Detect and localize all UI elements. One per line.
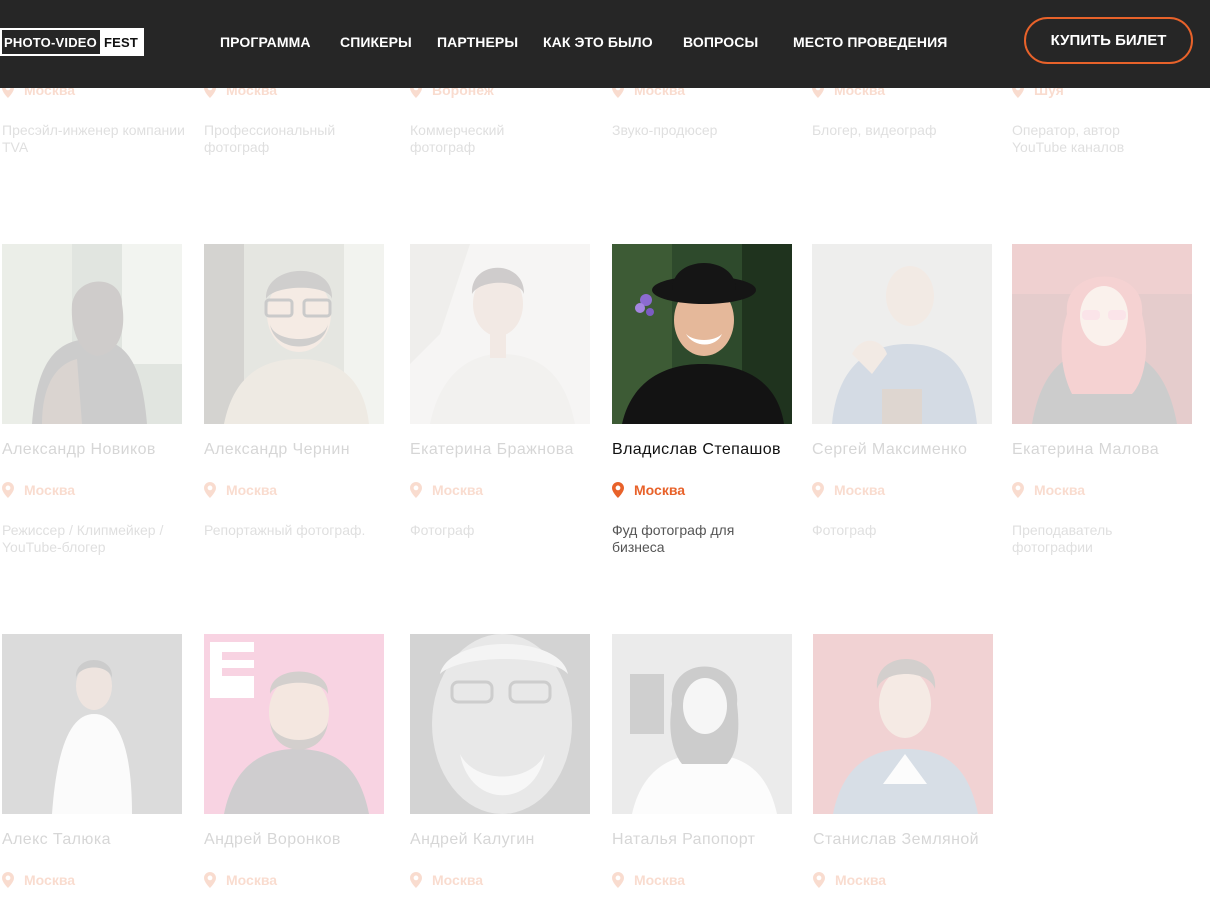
speaker-role: Профессиональный фотограф [204,122,336,155]
speaker-name: Александр Новиков [2,441,156,458]
speaker-role: Фотограф [410,522,475,538]
location: Москва [204,872,277,888]
nav-item-speakers[interactable]: СПИКЕРЫ [340,34,412,50]
city-label: Москва [226,482,278,498]
city-label: Москва [634,482,686,498]
city-label: Москва [834,482,886,498]
speaker-name: Наталья Рапопорт [612,831,756,848]
speaker-photo [2,634,182,814]
location: Москва [2,872,75,888]
location-pin-icon [1012,482,1024,498]
location-pin-icon [410,482,422,498]
city-label: Москва [835,872,887,888]
speaker-role: Звуко-продюсер [612,122,718,138]
speaker-role: Оператор, автор YouTube каналов [1012,122,1125,155]
location: Москва [813,872,886,888]
speaker-name: Александр Чернин [204,441,350,458]
speaker-role: Фуд фотограф для бизнеса [612,522,735,555]
speaker-name: Сергей Максименко [812,441,968,458]
location-pin-icon [812,482,824,498]
location-pin-icon [2,482,14,498]
location-pin-icon [204,482,216,498]
speaker-role: Блогер, видеограф [812,122,937,138]
location: Москва [410,872,483,888]
nav-item-program[interactable]: ПРОГРАММА [220,34,311,50]
logo-text-fest: FEST [99,28,145,56]
location: Москва [2,482,75,498]
speaker-photo [204,634,384,814]
location: Москва [812,482,885,498]
speaker-name: Андрей Воронков [204,831,341,848]
speaker-role: Режиссер / Клипмейкер / YouTube-блогер [2,522,164,555]
speaker-photo [204,244,384,424]
speaker-photo [410,244,590,424]
nav-item-venue[interactable]: МЕСТО ПРОВЕДЕНИЯ [793,34,947,50]
site-logo[interactable]: PHOTO-VIDEO FEST [0,28,145,56]
city-label: Москва [24,872,76,888]
speaker-role: Репортажный фотограф. [204,522,366,538]
speaker-name: Алекс Талюка [2,831,111,848]
speaker-photo [612,634,792,814]
speaker-photo [1012,244,1192,424]
speaker-role: Преподаватель фотографии [1012,522,1113,555]
city-label: Москва [432,482,484,498]
city-label: Москва [24,482,76,498]
city-label: Москва [1034,482,1086,498]
speaker-role: Пресэйл-инженер компании TVA [2,122,185,155]
speaker-photo [410,634,590,814]
location-pin-icon [204,872,216,888]
speaker-role: Коммерческий фотограф [410,122,505,155]
logo-text-photo-video: PHOTO-VIDEO [0,28,100,56]
speaker-photo [812,244,992,424]
speaker-name: Станислав Земляной [813,831,979,848]
speaker-name: Владислав Степашов [612,441,781,458]
site-header: PHOTO-VIDEO FEST ПРОГРАММА СПИКЕРЫ ПАРТН… [0,0,1210,88]
city-label: Москва [226,872,278,888]
nav-item-faq[interactable]: ВОПРОСЫ [683,34,758,50]
speaker-photo [813,634,993,814]
location-pin-icon [813,872,825,888]
location-pin-icon [612,482,624,498]
speaker-name: Екатерина Бражнова [410,441,574,458]
speaker-photo [612,244,792,424]
location: Москва [1012,482,1085,498]
location-pin-icon [410,872,422,888]
nav-item-history[interactable]: КАК ЭТО БЫЛО [543,34,653,50]
city-label: Москва [634,872,686,888]
location: Москва [612,482,685,498]
nav-item-partners[interactable]: ПАРТНЕРЫ [437,34,518,50]
city-label: Москва [432,872,484,888]
speaker-name: Андрей Калугин [410,831,535,848]
location: Москва [410,482,483,498]
speaker-role: Фотограф [812,522,877,538]
buy-ticket-button[interactable]: КУПИТЬ БИЛЕТ [1024,17,1193,64]
location: Москва [204,482,277,498]
speaker-name: Екатерина Малова [1012,441,1160,458]
location-pin-icon [612,872,624,888]
location: Москва [612,872,685,888]
location-pin-icon [2,872,14,888]
speaker-photo [2,244,182,424]
